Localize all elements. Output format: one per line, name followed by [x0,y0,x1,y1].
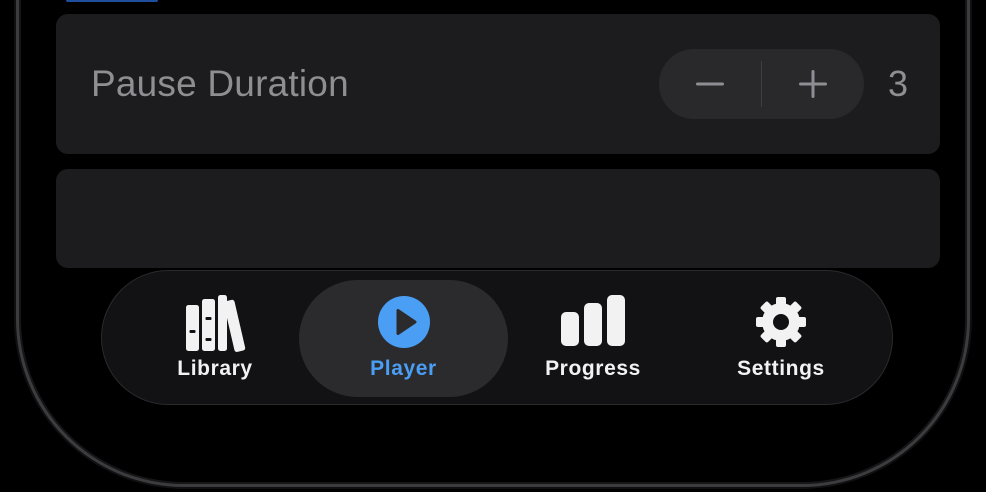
previous-row-edge [66,0,158,2]
pause-duration-row: Pause Duration 3 [56,14,940,154]
decrement-button[interactable] [659,49,761,119]
tab-player[interactable]: Player [299,280,508,397]
tab-settings-label: Settings [737,357,825,380]
tab-player-label: Player [370,357,437,380]
tab-bar: Library Player Progress Settings [101,270,893,405]
tab-progress[interactable]: Progress [498,280,688,397]
tab-library-label: Library [177,357,253,380]
play-circle-icon [369,294,439,354]
tab-library[interactable]: Library [122,280,308,397]
pause-duration-label: Pause Duration [91,63,349,104]
screen: Pause Duration 3 Library Player Progress… [0,0,986,492]
empty-settings-row [56,169,940,268]
bar-chart-icon [558,294,628,354]
pause-duration-value: 3 [887,63,909,104]
tab-progress-label: Progress [545,357,641,380]
minus-icon [696,82,724,86]
plus-icon [799,70,827,98]
books-icon [180,294,250,354]
increment-button[interactable] [762,49,864,119]
gear-icon [746,294,816,354]
tab-settings[interactable]: Settings [688,280,874,397]
pause-duration-stepper [659,49,864,119]
